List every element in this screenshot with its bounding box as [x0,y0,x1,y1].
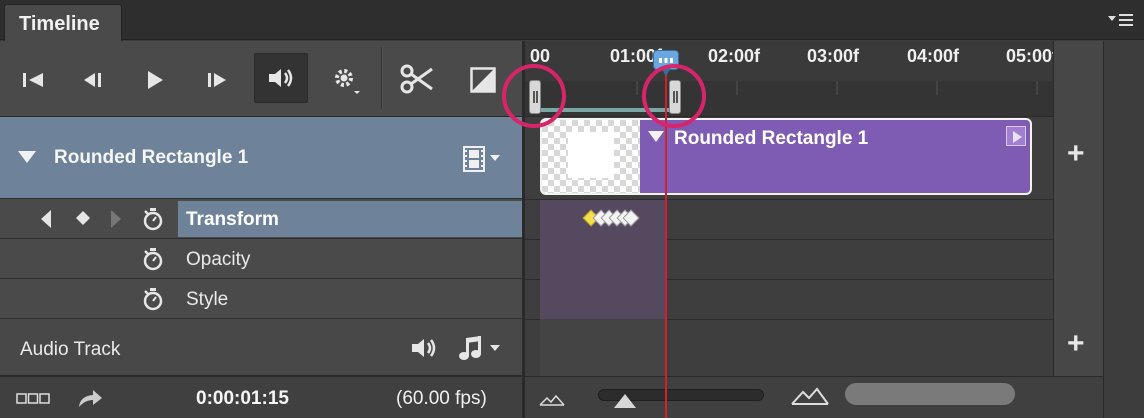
render-video-arrow-icon[interactable] [76,387,104,414]
ruler-tick-label: 03:00f [807,46,860,66]
ruler-tick-label: 02:00f [708,46,761,66]
add-audio-plus-icon[interactable]: + [1067,327,1085,361]
clip-thumbnail [542,120,640,193]
play-icon[interactable] [140,65,170,95]
settings-gear-icon[interactable] [328,63,362,97]
add-keyframe-icon[interactable] [75,210,91,231]
previous-keyframe-icon[interactable] [40,209,52,234]
zoom-in-mountain-icon[interactable] [791,387,829,410]
speaker-icon [269,69,293,87]
audio-track-row[interactable]: Audio Track [0,319,522,376]
music-note-icon[interactable] [458,335,502,366]
property-label: Style [186,289,229,310]
scissors-icon[interactable] [398,61,436,97]
film-strip-icon[interactable] [462,145,486,178]
horizontal-scrollbar-thumb[interactable] [845,383,1015,405]
controls-divider [381,47,382,109]
go-to-first-frame-icon[interactable] [18,65,48,95]
frame-animation-toggle-icon[interactable] [16,392,50,410]
previous-frame-icon[interactable] [78,65,108,95]
transport-controls [0,41,522,117]
property-row-transform[interactable]: Transform [0,199,522,239]
thumbnail-rectangle [568,132,614,178]
highlight-ring-start [502,64,566,128]
current-time-display[interactable]: 0:00:01:15 [196,388,289,410]
stopwatch-icon[interactable] [142,287,164,316]
property-row-style[interactable]: Style [0,279,522,319]
timeline-tab[interactable]: Timeline [4,4,122,41]
zoom-out-mountain-icon[interactable] [539,393,565,411]
layer-row[interactable]: Rounded Rectangle 1 [0,117,522,199]
add-media-column: + + [1053,41,1103,376]
audio-track-label: Audio Track [20,339,121,360]
collapse-triangle-icon[interactable] [18,151,36,163]
zoom-slider-thumb[interactable] [614,394,636,408]
property-label: Opacity [186,249,251,270]
clip-options-triangle-icon[interactable] [648,131,664,142]
add-media-plus-icon[interactable]: + [1067,137,1085,171]
time-ruler[interactable]: 00 01:00f 02:00f 03:00f 04:00f 05:00f [525,41,1058,81]
stopwatch-icon[interactable] [142,247,164,276]
timeline-footer-left: 0:00:01:15 (60.00 fps) [0,376,522,418]
ruler-tick-label: 04:00f [907,46,960,66]
timeline-tab-label: Timeline [19,13,100,35]
stopwatch-icon[interactable] [142,207,164,236]
property-label: Transform [186,209,279,230]
highlight-ring-end [642,64,706,128]
film-menu-chevron-icon[interactable] [490,155,500,161]
audio-mute-speaker-icon[interactable] [410,337,438,364]
transition-icon[interactable] [466,63,500,97]
clip-name: Rounded Rectangle 1 [674,128,869,149]
video-clip[interactable]: Rounded Rectangle 1 [540,118,1032,195]
property-row-opacity[interactable]: Opacity [0,239,522,279]
next-frame-icon[interactable] [202,65,232,95]
layer-name: Rounded Rectangle 1 [54,147,249,168]
audio-work-area-shading [540,319,666,376]
audio-toggle-button[interactable] [254,53,308,103]
panel-menu-icon[interactable] [1106,12,1134,30]
vertical-scroll-area[interactable] [1103,41,1144,418]
clip-play-arrow-icon[interactable] [1006,126,1026,146]
ruler-tick-label: 05:00f [1006,46,1059,66]
frame-rate-display: (60.00 fps) [396,388,487,409]
next-keyframe-icon[interactable] [110,209,122,234]
panel-tab-bar: Timeline [0,0,1144,41]
